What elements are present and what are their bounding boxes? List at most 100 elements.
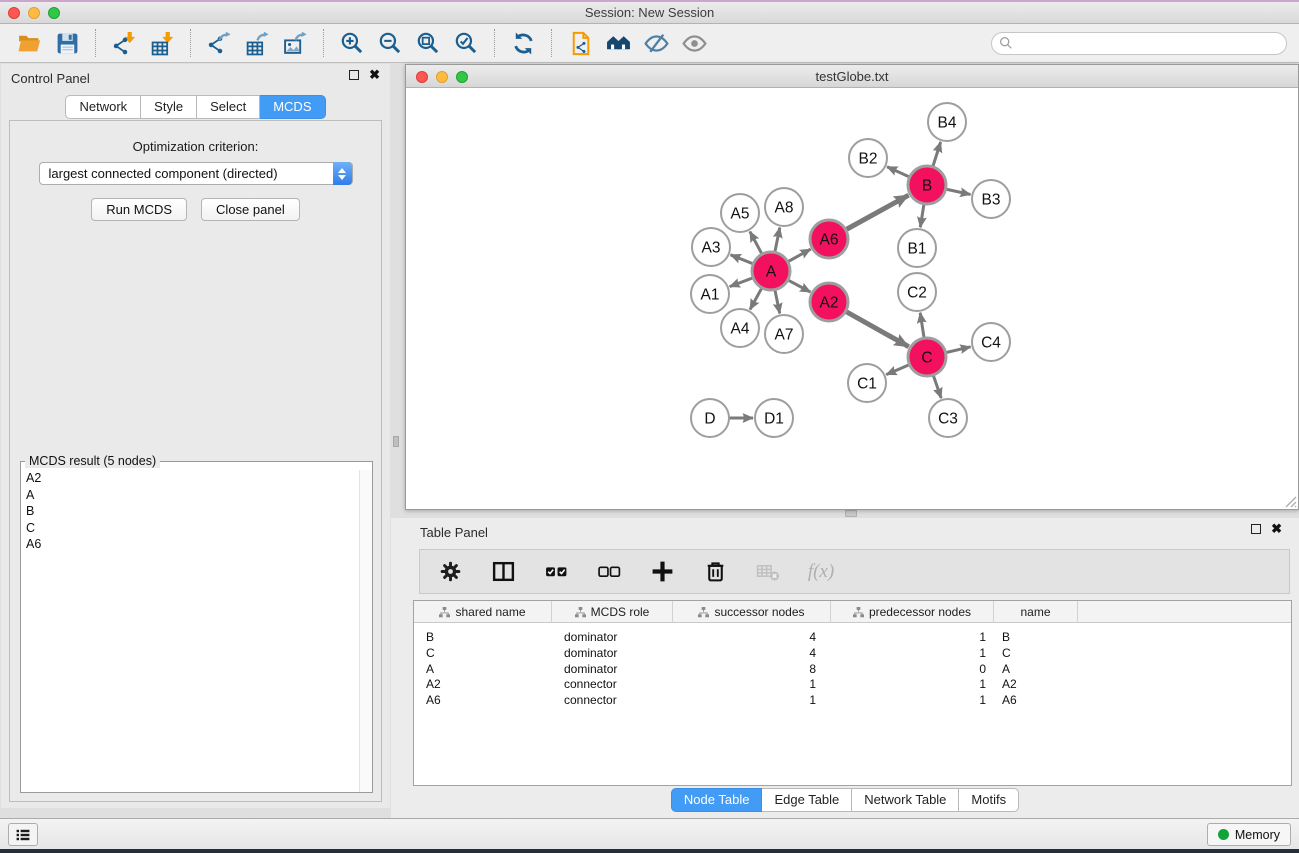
table-row-A6[interactable]: A6connector11A6 (414, 692, 1291, 708)
open-folder-icon[interactable] (10, 27, 48, 59)
table-cell[interactable]: C (414, 645, 552, 661)
zoom-selected-icon[interactable] (447, 27, 485, 59)
table-row-A2[interactable]: A2connector11A2 (414, 676, 1291, 692)
table-cell[interactable]: B (414, 629, 552, 645)
eye-icon[interactable] (675, 27, 713, 59)
table-cell[interactable]: 4 (673, 645, 831, 661)
table-cell[interactable]: A2 (994, 676, 1078, 692)
column-header-shared-name[interactable]: shared name (414, 601, 552, 623)
float-table-panel-icon[interactable] (1251, 524, 1261, 534)
export-network-icon[interactable] (200, 27, 238, 59)
select-all-checkboxes-icon[interactable] (543, 559, 569, 585)
table-cell[interactable]: A (414, 661, 552, 677)
table-cell[interactable]: A6 (994, 692, 1078, 708)
tab-network[interactable]: Network (65, 95, 141, 119)
horizontal-splitter-handle[interactable] (845, 510, 857, 517)
attribute-type-icon (853, 607, 864, 618)
export-image-icon[interactable] (276, 27, 314, 59)
table-panel-title: Table Panel (420, 525, 488, 540)
graph-node-label-A1: A1 (701, 287, 720, 304)
trash-icon[interactable] (702, 559, 728, 585)
table-cell[interactable]: dominator (552, 645, 673, 661)
split-columns-icon[interactable] (490, 559, 516, 585)
table-cell[interactable]: connector (552, 676, 673, 692)
close-panel-button[interactable]: Close panel (201, 198, 300, 221)
table-cell[interactable]: 1 (831, 645, 994, 661)
vertical-splitter-handle[interactable] (393, 436, 399, 447)
table-cell[interactable]: 1 (673, 676, 831, 692)
toolbar-separator (494, 29, 495, 57)
table-cell[interactable]: connector (552, 692, 673, 708)
refresh-icon[interactable] (504, 27, 542, 59)
tab-network-table[interactable]: Network Table (852, 788, 959, 812)
mcds-result-scrollbar[interactable] (359, 470, 372, 792)
mcds-result-item[interactable]: A (21, 487, 359, 504)
search-input[interactable] (1013, 36, 1286, 50)
workspace: Control Panel ✖ NetworkStyleSelectMCDS O… (0, 63, 1299, 818)
table-cell[interactable]: A (994, 661, 1078, 677)
table-cell[interactable]: B (994, 629, 1078, 645)
close-table-panel-icon[interactable]: ✖ (1271, 524, 1282, 534)
window-resize-grip-icon[interactable] (1282, 493, 1297, 508)
column-header-successor-nodes[interactable]: successor nodes (673, 601, 831, 623)
add-icon[interactable] (649, 559, 675, 585)
tab-node-table[interactable]: Node Table (671, 788, 763, 812)
column-header-MCDS-role[interactable]: MCDS role (552, 601, 673, 623)
deselect-all-checkboxes-icon[interactable] (596, 559, 622, 585)
mcds-result-list: A2ABCA6 (21, 470, 359, 792)
mcds-result-item[interactable]: A2 (21, 470, 359, 487)
table-cell[interactable]: 1 (831, 629, 994, 645)
close-panel-icon[interactable]: ✖ (369, 70, 380, 80)
run-mcds-button[interactable]: Run MCDS (91, 198, 187, 221)
toolbar-separator (323, 29, 324, 57)
double-home-icon[interactable] (599, 27, 637, 59)
document-network-icon[interactable] (561, 27, 599, 59)
table-panel: Table Panel ✖ f(x) shared nameMCDS roles… (391, 518, 1299, 818)
float-panel-icon[interactable] (349, 70, 359, 80)
network-window-title: testGlobe.txt (406, 65, 1298, 88)
zoom-out-icon[interactable] (371, 27, 409, 59)
save-icon[interactable] (48, 27, 86, 59)
table-cell[interactable]: 1 (831, 692, 994, 708)
mcds-result-item[interactable]: B (21, 503, 359, 520)
tab-motifs[interactable]: Motifs (959, 788, 1019, 812)
graph-node-label-A: A (766, 264, 777, 281)
table-row-B[interactable]: Bdominator41B (414, 629, 1291, 645)
search-box[interactable] (991, 32, 1287, 55)
export-table-icon[interactable] (238, 27, 276, 59)
import-table-icon[interactable] (143, 27, 181, 59)
tab-edge-table[interactable]: Edge Table (762, 788, 852, 812)
import-network-icon[interactable] (105, 27, 143, 59)
memory-button[interactable]: Memory (1207, 823, 1291, 846)
table-row-C[interactable]: Cdominator41C (414, 645, 1291, 661)
table-cell[interactable]: 8 (673, 661, 831, 677)
tab-style[interactable]: Style (141, 95, 197, 119)
gear-icon[interactable] (437, 559, 463, 585)
column-header-predecessor-nodes[interactable]: predecessor nodes (831, 601, 994, 623)
table-cell[interactable]: 4 (673, 629, 831, 645)
zoom-fit-icon[interactable] (409, 27, 447, 59)
table-cell[interactable]: C (994, 645, 1078, 661)
table-cell[interactable]: 1 (831, 676, 994, 692)
mcds-result-item[interactable]: C (21, 520, 359, 537)
table-cell[interactable]: dominator (552, 629, 673, 645)
tab-mcds[interactable]: MCDS (260, 95, 325, 119)
graph-node-label-C2: C2 (907, 285, 927, 302)
eye-slash-icon[interactable] (637, 27, 675, 59)
table-cell[interactable]: A6 (414, 692, 552, 708)
mcds-result-title: MCDS result (5 nodes) (25, 454, 160, 468)
table-cell[interactable]: A2 (414, 676, 552, 692)
table-cell[interactable]: 1 (673, 692, 831, 708)
dropdown-stepper-icon (333, 162, 352, 185)
criterion-dropdown[interactable]: largest connected component (directed) (39, 162, 353, 185)
table-cell[interactable]: 0 (831, 661, 994, 677)
mcds-result-item[interactable]: A6 (21, 536, 359, 553)
table-row-A[interactable]: Adominator80A (414, 661, 1291, 677)
network-graph-canvas[interactable]: B4B2BB3A8A5A6A3B1AC2A1A2A4A7C4CC1C3DD1 (406, 89, 1298, 509)
tab-select[interactable]: Select (197, 95, 260, 119)
column-header-name[interactable]: name (994, 601, 1078, 623)
mcds-result-box: MCDS result (5 nodes) A2ABCA6 (20, 461, 373, 793)
task-history-button[interactable] (8, 823, 38, 846)
table-cell[interactable]: dominator (552, 661, 673, 677)
zoom-in-icon[interactable] (333, 27, 371, 59)
